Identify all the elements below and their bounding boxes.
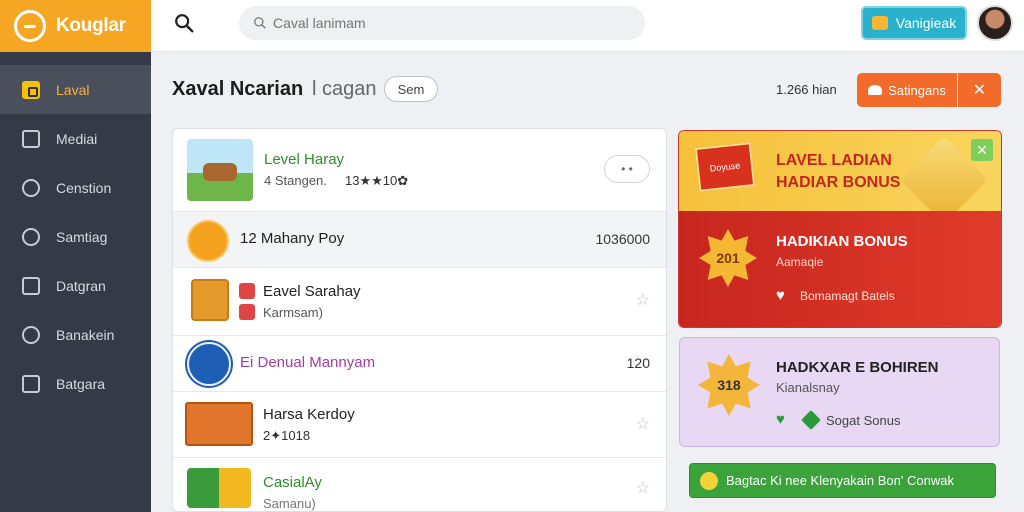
top-bar: Vanigieak xyxy=(151,0,1024,52)
list-item[interactable]: CasialAy Samanu) ☆ xyxy=(173,458,666,511)
filter-chip[interactable]: Sem xyxy=(384,76,438,102)
promo-badge: Doyuse xyxy=(694,142,756,192)
item-subtitle: 4 Stangen. xyxy=(264,173,327,188)
sidebar-item-label: Samtiag xyxy=(56,228,108,245)
item-title: 12 Mahany Poy xyxy=(240,230,345,247)
basket-icon xyxy=(191,279,229,321)
item-title: CasialAy xyxy=(263,474,322,491)
badge-icon xyxy=(22,325,40,344)
bonus-promo-card[interactable]: Doyuse LAVEL LADIAN HADIAR BONUS ✕ 201 H… xyxy=(678,130,1002,328)
navigate-button[interactable]: Vanigieak xyxy=(861,6,967,40)
promo-title: HADKXAR E BOHIREN xyxy=(776,359,939,376)
favorite-icon[interactable]: ☆ xyxy=(636,478,650,498)
item-title: Level Haray xyxy=(264,151,345,168)
item-subtitle: 2✦1018 xyxy=(263,428,311,443)
favorite-icon[interactable]: ☆ xyxy=(636,414,650,434)
item-title: Ei Denual Mannyam xyxy=(240,354,376,371)
sidebar-item-batgara[interactable]: Batgara xyxy=(0,359,151,408)
item-title: Harsa Kerdoy xyxy=(263,406,355,423)
heart-icon: ♥ xyxy=(776,287,785,304)
app-name: Kouglar xyxy=(56,15,126,36)
close-icon[interactable]: ✕ xyxy=(971,139,993,161)
more-button[interactable]: • • xyxy=(604,155,650,183)
sidebar-item-label: Datgran xyxy=(56,277,106,294)
tag-icon xyxy=(239,304,255,320)
promo-link[interactable]: Sogat Sonus xyxy=(826,413,900,428)
logo-icon xyxy=(14,10,46,42)
item-subtitle: Samanu) xyxy=(263,496,316,511)
sidebar-item-datgran[interactable]: Datgran xyxy=(0,261,151,310)
seal-icon: 318 xyxy=(698,354,760,416)
claim-bonus-label: Bagtac Ki nee Klenyakain Bon' Conwak xyxy=(726,473,954,488)
heart-icon: ♥ xyxy=(776,411,785,428)
favorite-icon[interactable]: ☆ xyxy=(636,290,650,310)
promo-header: Doyuse LAVEL LADIAN HADIAR BONUS ✕ xyxy=(679,131,1001,224)
item-value: 120 xyxy=(626,355,650,371)
list-item[interactable]: Ei Denual Mannyam 120 xyxy=(173,336,666,392)
sidebar-item-mediai[interactable]: Mediai xyxy=(0,114,151,163)
sidebar-item-label: Laval xyxy=(56,81,90,98)
game-thumbnail xyxy=(187,139,253,201)
globe-icon xyxy=(187,342,231,386)
truck-icon xyxy=(187,468,251,508)
list-item[interactable]: Level Haray 4 Stangen. 13★★10✿ • • xyxy=(173,129,666,212)
claim-bonus-button[interactable]: Bagtac Ki nee Klenyakain Bon' Conwak xyxy=(689,463,996,498)
camera-icon xyxy=(22,129,40,148)
item-subtitle: Karmsam) xyxy=(263,305,323,320)
settings-label: Satingans xyxy=(888,82,946,98)
coin-icon xyxy=(187,220,229,262)
sidebar-item-label: Mediai xyxy=(56,130,98,147)
sidebar-item-banakein[interactable]: Banakein xyxy=(0,310,151,359)
close-button[interactable]: ✕ xyxy=(958,73,1001,107)
search-icon xyxy=(254,17,266,29)
search-input[interactable] xyxy=(273,15,613,31)
app-logo[interactable]: Kouglar xyxy=(0,0,151,52)
sidebar-item-censtion[interactable]: Censtion xyxy=(0,163,151,212)
search-bar[interactable] xyxy=(239,6,645,40)
item-list: Level Haray 4 Stangen. 13★★10✿ • • 12 Ma… xyxy=(172,128,667,512)
seal-icon: 201 xyxy=(699,229,757,287)
coin-icon xyxy=(700,471,718,490)
sidebar-item-label: Censtion xyxy=(56,179,112,196)
sidebar-item-laval[interactable]: Laval xyxy=(0,65,151,114)
document-icon xyxy=(22,276,40,295)
item-title: Eavel Sarahay xyxy=(263,283,361,300)
folder-icon xyxy=(871,16,888,30)
list-item[interactable]: Eavel Sarahay Karmsam) ☆ xyxy=(173,268,666,336)
promo-link[interactable]: Bomamagt Batels xyxy=(800,289,895,303)
sidebar: Kouglar Laval Mediai Censtion Samtiag Da… xyxy=(0,0,151,512)
item-rating: 13★★10✿ xyxy=(345,173,409,188)
briefcase-icon xyxy=(22,374,40,393)
promo-title: LAVEL LADIAN HADIAR BONUS xyxy=(776,152,901,191)
sidebar-item-label: Banakein xyxy=(56,326,115,343)
navigate-label: Vanigieak xyxy=(895,15,957,31)
bonus-promo-card-secondary[interactable]: 318 HADKXAR E BOHIREN Kianalsnay ♥ Sogat… xyxy=(679,337,1000,447)
bonus-box-icon xyxy=(185,402,253,446)
result-count: 1.266 hian xyxy=(776,82,837,97)
page-title: Xaval Ncarian xyxy=(172,78,304,100)
cloud-icon xyxy=(868,85,883,95)
avatar[interactable] xyxy=(977,5,1013,41)
promo-body: 201 HADIKIAN BONUS Aamaqie ♥ Bomamagt Ba… xyxy=(679,211,1001,327)
coupon-icon xyxy=(22,80,40,99)
promo-subtitle: Kianalsnay xyxy=(776,380,840,395)
tag-icon xyxy=(239,283,255,299)
tag-icon xyxy=(801,410,821,430)
user-icon xyxy=(22,227,40,246)
promo-card-title: HADIKIAN BONUS xyxy=(776,233,908,250)
item-value: 1036000 xyxy=(595,231,650,247)
sidebar-item-samtiag[interactable]: Samtiag xyxy=(0,212,151,261)
search-icon[interactable] xyxy=(173,12,195,34)
settings-button[interactable]: Satingans xyxy=(857,73,957,107)
list-item[interactable]: Harsa Kerdoy 2✦1018 ☆ xyxy=(173,392,666,458)
sidebar-item-label: Batgara xyxy=(56,375,106,392)
list-item[interactable]: 12 Mahany Poy 1036000 xyxy=(173,212,666,268)
promo-card-subtitle: Aamaqie xyxy=(776,255,824,269)
page-subtitle: l cagan xyxy=(312,78,377,100)
user-icon xyxy=(22,178,40,197)
